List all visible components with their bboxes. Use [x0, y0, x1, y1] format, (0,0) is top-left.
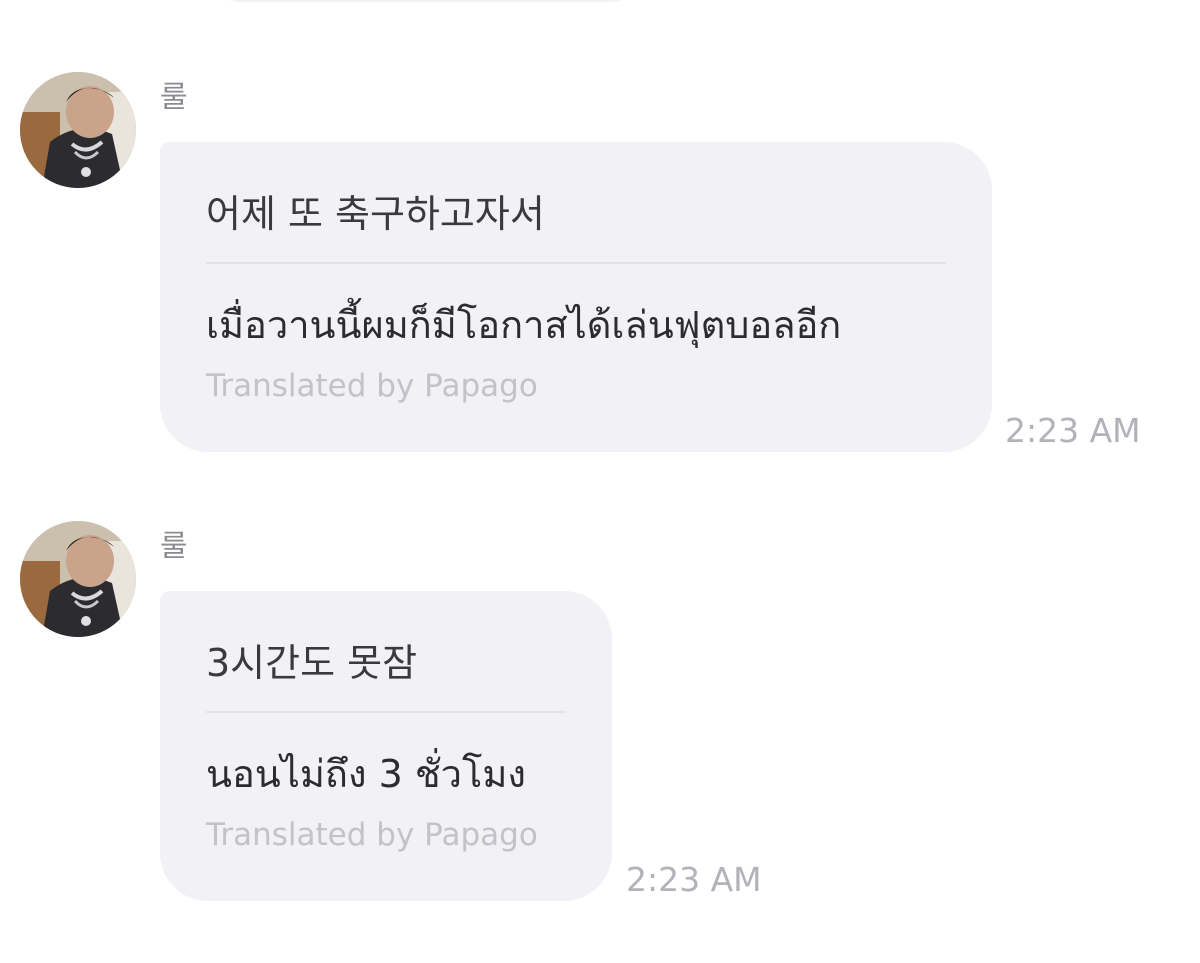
translated-text: นอนไม่ถึง 3 ชั่วโมง — [206, 752, 526, 796]
message-timestamp: 2:23 AM — [1005, 411, 1141, 450]
original-text: 어제 또 축구하고자서 — [206, 192, 545, 236]
message-bubble[interactable]: 3시간도 못잠 นอนไม่ถึง 3 ชั่วโมง Translated b… — [160, 591, 612, 901]
translation-divider — [206, 262, 946, 264]
original-text: 3시간도 못잠 — [206, 641, 418, 685]
translation-credit: Translated by Papago — [206, 368, 538, 404]
translated-text: เมื่อวานนี้ผมก็มีโอกาสได้เล่นฟุตบอลอีก — [206, 303, 842, 347]
sender-name: 룰 — [160, 529, 188, 564]
chat-thread: 룰 어제 또 축구하고자서 เมื่อวานนี้ผมก็มีโอกาสได้เ… — [0, 0, 1200, 963]
avatar[interactable] — [20, 521, 136, 637]
translation-credit: Translated by Papago — [206, 817, 538, 853]
translation-divider — [206, 711, 566, 713]
message-bubble[interactable]: 어제 또 축구하고자서 เมื่อวานนี้ผมก็มีโอกาสได้เล่… — [160, 142, 992, 452]
previous-message-bubble[interactable] — [210, 0, 640, 2]
user-avatar-icon — [20, 72, 136, 188]
sender-name: 룰 — [160, 80, 188, 115]
message-timestamp: 2:23 AM — [626, 860, 762, 899]
avatar[interactable] — [20, 72, 136, 188]
user-avatar-icon — [20, 521, 136, 637]
